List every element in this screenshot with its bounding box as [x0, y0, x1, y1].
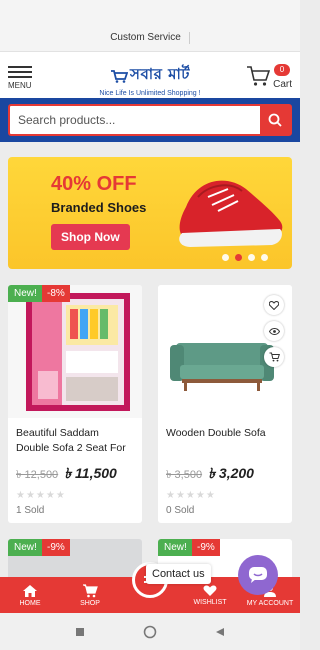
add-to-cart-icon[interactable] [264, 347, 284, 367]
product-image-wardrobe[interactable]: New! -8% [8, 285, 142, 418]
recent-apps-icon[interactable] [75, 627, 85, 637]
discount-badge: -9% [192, 539, 220, 556]
divider [188, 31, 190, 44]
heart-icon [203, 585, 217, 596]
rating-stars: ★★★★★ [166, 490, 216, 501]
product-card[interactable]: New! -8% Beautiful Saddam Double Sofa 2 … [8, 285, 142, 523]
nav-shop-label: SHOP [80, 599, 100, 607]
slider-dot[interactable] [222, 254, 229, 261]
wishlist-heart-icon[interactable] [264, 295, 284, 315]
banner-offer: 40% OFF [51, 173, 137, 195]
cart-logo-icon [111, 69, 129, 83]
chat-bubble-icon [249, 567, 267, 583]
contact-us-label[interactable]: Contact us [146, 564, 211, 584]
search-button[interactable] [260, 106, 290, 134]
nav-account-label: MY ACCOUNT [246, 599, 294, 607]
old-price: ৳ 12,500 [16, 469, 59, 481]
nav-wishlist-label: WISHLIST [193, 598, 227, 606]
product-actions [264, 295, 284, 367]
rating-stars: ★★★★★ [16, 490, 66, 501]
logo-mark: সবার মার্ট [110, 63, 190, 88]
nav-home-label: HOME [19, 599, 41, 607]
shop-now-button[interactable]: Shop Now [51, 224, 130, 250]
nav-home[interactable]: HOME [0, 577, 60, 613]
home-icon [23, 584, 37, 597]
search-bar-container [0, 98, 300, 142]
status-bar [0, 0, 300, 24]
search-input[interactable] [10, 106, 260, 134]
quick-view-eye-icon[interactable] [264, 321, 284, 341]
shop-cart-icon [83, 583, 98, 597]
system-navigation-bar [0, 613, 300, 650]
new-badge: New! [8, 285, 43, 302]
slider-dot[interactable] [261, 254, 268, 261]
slider-dot[interactable] [248, 254, 255, 261]
price-row: ৳ 12,500 ৳ 11,500 [8, 458, 142, 486]
cart-icon [247, 66, 270, 86]
nav-shop[interactable]: SHOP [60, 577, 120, 613]
cart-button[interactable]: 0 Cart [244, 64, 292, 94]
current-price: ৳ 11,500 [64, 465, 117, 481]
price-row: ৳ 3,500 ৳ 3,200 [158, 458, 292, 486]
top-strip: Custom Service [0, 24, 300, 52]
sold-count: 1 Sold [16, 505, 45, 516]
banner-subtitle: Branded Shoes [51, 200, 147, 215]
chat-button[interactable] [238, 555, 278, 595]
slider-dots[interactable] [222, 254, 268, 261]
old-price: ৳ 3,500 [166, 469, 203, 481]
custom-service-link[interactable]: Custom Service [110, 32, 181, 43]
header: MENU সবার মার্ট Nice Life Is Unlimited S… [0, 52, 300, 98]
sold-count: 0 Sold [166, 505, 195, 516]
shoe-image [179, 180, 283, 247]
home-circle-icon[interactable] [143, 625, 157, 639]
product-name[interactable]: Wooden Double Sofa [158, 418, 292, 458]
product-name[interactable]: Beautiful Saddam Double Sofa 2 Seat For … [8, 418, 142, 458]
product-grid: New! -8% Beautiful Saddam Double Sofa 2 … [0, 269, 300, 523]
slider-dot-active[interactable] [235, 254, 242, 261]
logo-text: সবার মার্ট [130, 65, 190, 83]
new-badge: New! [158, 539, 193, 556]
search-icon [268, 113, 282, 127]
promo-banner[interactable]: 40% OFF Branded Shoes Shop Now [8, 157, 292, 269]
cart-label: Cart [273, 79, 292, 90]
back-triangle-icon[interactable] [215, 627, 225, 637]
search-box [8, 104, 292, 136]
discount-badge: -9% [42, 539, 70, 556]
new-badge: New! [8, 539, 43, 556]
current-price: ৳ 3,200 [208, 465, 254, 481]
cart-count-badge: 0 [274, 64, 290, 76]
product-card[interactable]: Wooden Double Sofa ৳ 3,500 ৳ 3,200 ★★★★★… [158, 285, 292, 523]
discount-badge: -8% [42, 285, 70, 302]
product-image-sofa[interactable] [158, 285, 292, 418]
